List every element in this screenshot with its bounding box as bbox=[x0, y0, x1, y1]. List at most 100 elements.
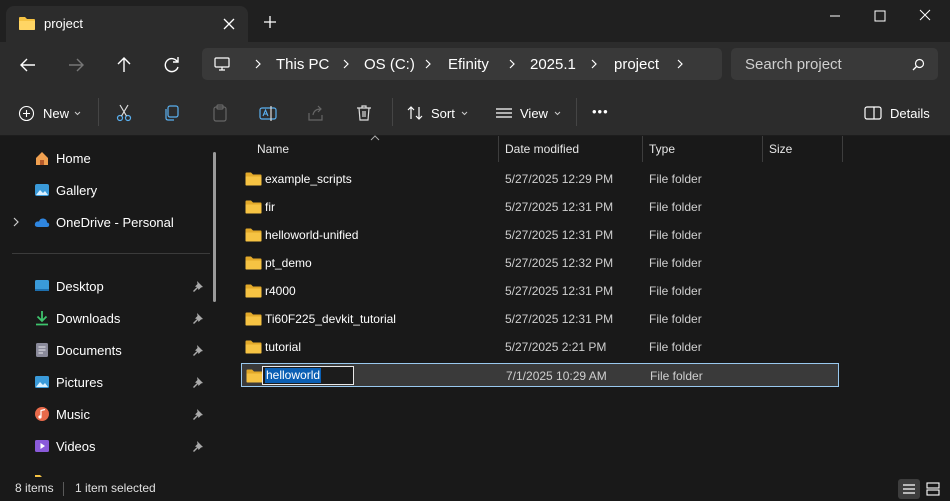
search-box[interactable]: Search project bbox=[731, 48, 938, 80]
column-header-name[interactable]: Name bbox=[226, 136, 498, 162]
selection-count: 1 item selected bbox=[75, 481, 156, 495]
nav-scrollbar[interactable] bbox=[213, 152, 216, 302]
music-icon bbox=[35, 407, 49, 421]
details-view-button[interactable] bbox=[898, 479, 920, 499]
refresh-icon[interactable] bbox=[161, 54, 183, 76]
view-button[interactable]: View bbox=[495, 102, 561, 124]
folder-icon bbox=[245, 284, 262, 298]
folder-icon bbox=[245, 228, 262, 242]
nav-item-onedrive[interactable]: OneDrive - Personal bbox=[0, 208, 210, 236]
tiles-view-button[interactable] bbox=[922, 479, 944, 499]
pin-icon[interactable] bbox=[192, 376, 204, 388]
search-input[interactable]: Search project bbox=[745, 56, 842, 73]
crumb-efinity[interactable]: Efinity bbox=[448, 56, 489, 73]
folder-icon bbox=[245, 340, 262, 354]
rename-text[interactable]: helloworld bbox=[265, 368, 322, 383]
pin-icon[interactable] bbox=[192, 280, 204, 292]
nav-label-videos: Videos bbox=[56, 439, 96, 454]
cut-icon[interactable] bbox=[114, 103, 134, 123]
table-row[interactable]: r4000 5/27/2025 12:31 PM File folder bbox=[241, 279, 839, 303]
nav-item-desktop[interactable]: Desktop bbox=[0, 272, 210, 300]
up-icon[interactable] bbox=[113, 54, 135, 76]
file-name: helloworld-unified bbox=[265, 228, 359, 242]
details-pane-button[interactable]: Details bbox=[864, 102, 930, 124]
nav-item-videos[interactable]: Videos bbox=[0, 432, 210, 460]
nav-label-music: Music bbox=[56, 407, 90, 422]
view-list-icon bbox=[496, 108, 512, 118]
close-window-icon[interactable] bbox=[910, 6, 940, 26]
table-row[interactable]: pt_demo 5/27/2025 12:32 PM File folder bbox=[241, 251, 839, 275]
chevron-right-icon[interactable] bbox=[254, 59, 262, 69]
file-name: pt_demo bbox=[265, 256, 312, 270]
nav-item-music[interactable]: Music bbox=[0, 400, 210, 428]
rename-input[interactable]: helloworld bbox=[262, 366, 354, 385]
nav-item-home[interactable]: Home bbox=[0, 144, 210, 172]
file-date: 5/27/2025 12:31 PM bbox=[505, 312, 614, 326]
new-button[interactable]: New bbox=[18, 102, 81, 124]
nav-label-gallery: Gallery bbox=[56, 183, 98, 198]
close-tab-icon[interactable] bbox=[220, 15, 238, 33]
pin-icon[interactable] bbox=[192, 408, 204, 420]
file-type: File folder bbox=[650, 369, 703, 383]
crumb-this-pc[interactable]: This PC bbox=[276, 56, 329, 73]
chevron-right-icon[interactable] bbox=[342, 59, 350, 69]
chevron-right-icon[interactable] bbox=[676, 59, 684, 69]
chevron-right-icon[interactable] bbox=[590, 59, 598, 69]
crumb-project[interactable]: project bbox=[614, 56, 659, 73]
chevron-right-icon[interactable] bbox=[12, 217, 20, 227]
minimize-icon[interactable] bbox=[820, 6, 850, 26]
chevron-right-icon[interactable] bbox=[508, 59, 516, 69]
pin-icon[interactable] bbox=[192, 440, 204, 452]
delete-icon[interactable] bbox=[354, 103, 374, 123]
table-row[interactable]: fir 5/27/2025 12:31 PM File folder bbox=[241, 195, 839, 219]
file-type: File folder bbox=[649, 256, 702, 270]
sort-label: Sort bbox=[431, 105, 455, 121]
nav-item-gallery[interactable]: Gallery bbox=[0, 176, 210, 204]
plus-circle-icon bbox=[18, 105, 35, 121]
chevron-down-icon bbox=[461, 111, 468, 115]
column-header-size[interactable]: Size bbox=[763, 136, 842, 162]
file-date: 5/27/2025 12:31 PM bbox=[505, 228, 614, 242]
table-row[interactable]: Ti60F225_devkit_tutorial 5/27/2025 12:31 … bbox=[241, 307, 839, 331]
chevron-right-icon[interactable] bbox=[424, 59, 432, 69]
nav-item-downloads[interactable]: Downloads bbox=[0, 304, 210, 332]
nav-item-partial[interactable] bbox=[0, 466, 210, 477]
nav-label-desktop: Desktop bbox=[56, 279, 104, 294]
pin-icon[interactable] bbox=[192, 312, 204, 324]
nav-divider bbox=[12, 253, 210, 254]
item-count: 8 items bbox=[15, 481, 54, 495]
pin-icon[interactable] bbox=[192, 344, 204, 356]
forward-icon[interactable] bbox=[65, 54, 87, 76]
new-tab-icon[interactable] bbox=[262, 14, 278, 30]
download-icon bbox=[36, 311, 48, 326]
crumb-drive[interactable]: OS (C:) bbox=[364, 56, 415, 73]
table-row[interactable]: example_scripts 5/27/2025 12:29 PM File fo… bbox=[241, 167, 839, 191]
file-type: File folder bbox=[649, 172, 702, 186]
paste-icon[interactable] bbox=[210, 103, 230, 123]
table-row[interactable]: tutorial 5/27/2025 2:21 PM File folder bbox=[241, 335, 839, 359]
file-type: File folder bbox=[649, 228, 702, 242]
column-header-date[interactable]: Date modified bbox=[499, 136, 642, 162]
table-row[interactable]: helloworld-unified 5/27/2025 12:31 PM File… bbox=[241, 223, 839, 247]
back-icon[interactable] bbox=[17, 54, 39, 76]
nav-item-documents[interactable]: Documents bbox=[0, 336, 210, 364]
column-header-type[interactable]: Type bbox=[643, 136, 762, 162]
nav-item-pictures[interactable]: Pictures bbox=[0, 368, 210, 396]
home-icon bbox=[36, 152, 48, 165]
sort-button[interactable]: Sort bbox=[406, 102, 468, 124]
copy-icon[interactable] bbox=[162, 103, 182, 123]
rename-icon[interactable] bbox=[258, 103, 278, 123]
details-pane-icon bbox=[864, 106, 882, 120]
computer-icon bbox=[214, 57, 230, 71]
address-bar[interactable]: This PC OS (C:) Efinity 2025.1 project bbox=[202, 48, 722, 80]
nav-label-documents: Documents bbox=[56, 343, 122, 358]
table-row-renaming[interactable]: helloworld 7/1/2025 10:29 AM File folder bbox=[241, 363, 839, 387]
share-icon[interactable] bbox=[306, 103, 326, 123]
tab-project[interactable]: project bbox=[6, 6, 248, 42]
navigation-row: This PC OS (C:) Efinity 2025.1 project S… bbox=[0, 42, 950, 88]
more-options-button[interactable]: ••• bbox=[592, 100, 609, 122]
maximize-icon[interactable] bbox=[865, 6, 895, 26]
file-date: 5/27/2025 12:29 PM bbox=[505, 172, 614, 186]
folder-icon bbox=[245, 312, 262, 326]
crumb-version[interactable]: 2025.1 bbox=[530, 56, 576, 73]
